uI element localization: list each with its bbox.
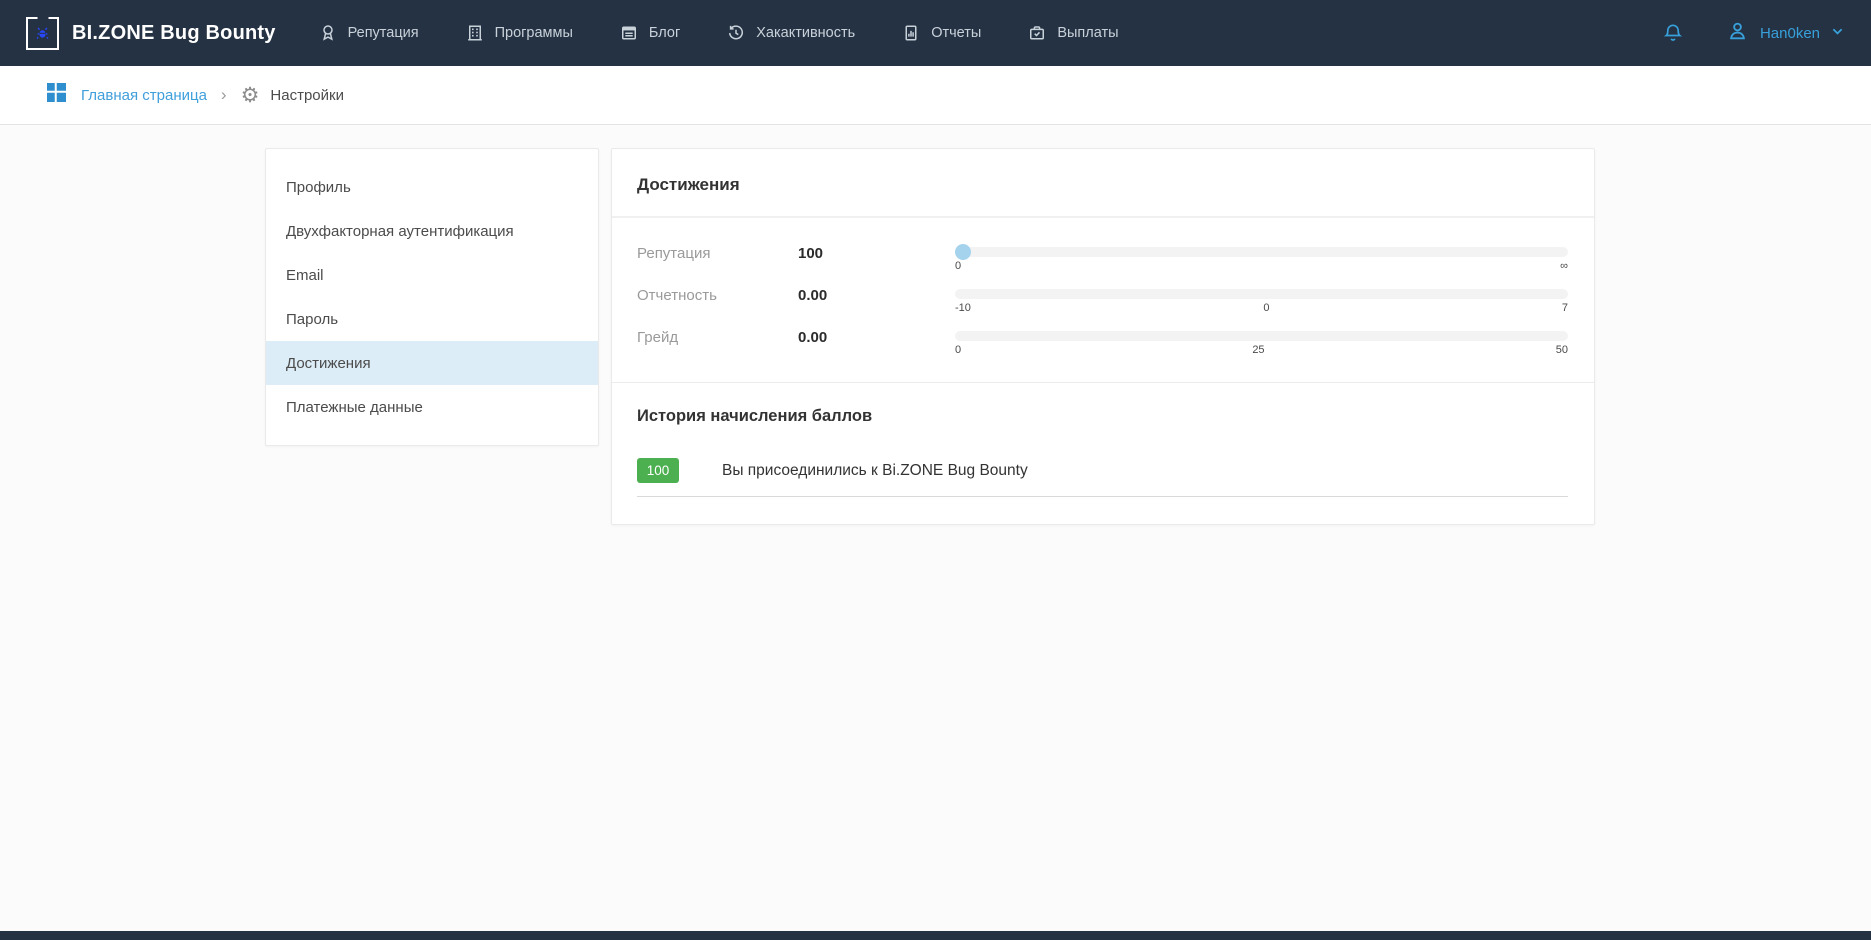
chevron-down-icon xyxy=(1830,24,1845,43)
building-icon xyxy=(465,23,485,43)
brand-logo[interactable]: BI.ZONE Bug Bounty xyxy=(26,17,276,50)
report-icon xyxy=(901,23,921,43)
brand-title: BI.ZONE Bug Bounty xyxy=(72,22,276,45)
metric-row: Грейд 0.00 0 25 50 xyxy=(637,328,1568,357)
breadcrumb-home-label: Главная страница xyxy=(81,87,207,104)
nav-item-blog[interactable]: Блог xyxy=(619,23,680,43)
metric-slider: 0 25 50 xyxy=(955,328,1568,357)
metrics-list: Репутация 100 0 ∞ Отчетность 0.00 xyxy=(612,218,1594,383)
metric-row: Репутация 100 0 ∞ xyxy=(637,244,1568,273)
sidebar-item-2[interactable]: Email xyxy=(266,253,598,297)
breadcrumb-separator: › xyxy=(221,85,227,105)
notifications-bell-icon[interactable] xyxy=(1661,21,1685,45)
tick-min: 0 xyxy=(955,343,961,357)
nav-item-award[interactable]: Репутация xyxy=(318,23,419,43)
nav-item-building[interactable]: Программы xyxy=(465,23,573,43)
tick-max: 7 xyxy=(1562,301,1568,315)
card-title: Достижения xyxy=(612,149,1594,218)
tick-mid: 25 xyxy=(1252,343,1264,357)
history-text: Вы присоединились к Bi.ZONE Bug Bounty xyxy=(722,462,1028,480)
settings-nav-card: Профиль Двухфакторная аутентификация Ema… xyxy=(265,148,599,446)
breadcrumb: Главная страница › ⚙ Настройки xyxy=(0,66,1871,125)
payout-icon xyxy=(1027,23,1047,43)
history-icon xyxy=(726,23,746,43)
user-menu[interactable]: Han0ken xyxy=(1725,19,1845,48)
metric-label: Репутация xyxy=(637,244,798,262)
tick-max: 50 xyxy=(1556,343,1568,357)
username: Han0ken xyxy=(1760,25,1820,42)
blog-icon xyxy=(619,23,639,43)
tick-min: -10 xyxy=(955,301,971,315)
award-icon xyxy=(318,23,338,43)
slider-knob xyxy=(955,244,971,260)
breadcrumb-current: ⚙ Настройки xyxy=(241,85,344,106)
sidebar-item-1[interactable]: Двухфакторная аутентификация xyxy=(266,209,598,253)
navbar-right: Han0ken xyxy=(1661,19,1845,48)
nav-item-report[interactable]: Отчеты xyxy=(901,23,981,43)
footer-strip xyxy=(0,931,1871,940)
gear-icon: ⚙ xyxy=(241,85,260,106)
metric-slider: -10 0 7 xyxy=(955,286,1568,315)
slider-track xyxy=(955,289,1568,299)
metric-label: Грейд xyxy=(637,328,798,346)
main-nav: Репутация Программы Блог Хакактивность О… xyxy=(318,23,1119,43)
tick-max: ∞ xyxy=(1560,259,1568,273)
sidebar-item-4[interactable]: Достижения xyxy=(266,341,598,385)
breadcrumb-current-label: Настройки xyxy=(270,87,344,104)
slider-track xyxy=(955,247,1568,257)
nav-item-history[interactable]: Хакактивность xyxy=(726,23,855,43)
bizone-bug-logo-icon xyxy=(26,17,59,50)
settings-page: Профиль Двухфакторная аутентификация Ema… xyxy=(0,125,1871,525)
top-navbar: BI.ZONE Bug Bounty Репутация Программы Б… xyxy=(0,0,1871,66)
metric-slider: 0 ∞ xyxy=(955,244,1568,273)
sidebar-item-3[interactable]: Пароль xyxy=(266,297,598,341)
nav-item-payout[interactable]: Выплаты xyxy=(1027,23,1118,43)
history-list: 100 Вы присоединились к Bi.ZONE Bug Boun… xyxy=(612,458,1594,497)
points-badge: 100 xyxy=(637,458,679,483)
tick-min: 0 xyxy=(955,259,961,273)
user-avatar-icon xyxy=(1725,19,1750,48)
slider-track xyxy=(955,331,1568,341)
dashboard-grid-icon xyxy=(44,80,69,110)
metric-row: Отчетность 0.00 -10 0 7 xyxy=(637,286,1568,315)
breadcrumb-home-link[interactable]: Главная страница xyxy=(44,80,207,110)
sidebar-item-5[interactable]: Платежные данные xyxy=(266,385,598,429)
history-row: 100 Вы присоединились к Bi.ZONE Bug Boun… xyxy=(637,458,1568,497)
history-title: История начисления баллов xyxy=(612,383,1594,426)
metric-value: 0.00 xyxy=(798,286,955,304)
metric-label: Отчетность xyxy=(637,286,798,304)
tick-mid: 0 xyxy=(1263,301,1269,315)
metric-value: 0.00 xyxy=(798,328,955,346)
achievements-card: Достижения Репутация 100 0 ∞ Отч xyxy=(611,148,1595,525)
metric-value: 100 xyxy=(798,244,955,262)
sidebar-item-0[interactable]: Профиль xyxy=(266,165,598,209)
